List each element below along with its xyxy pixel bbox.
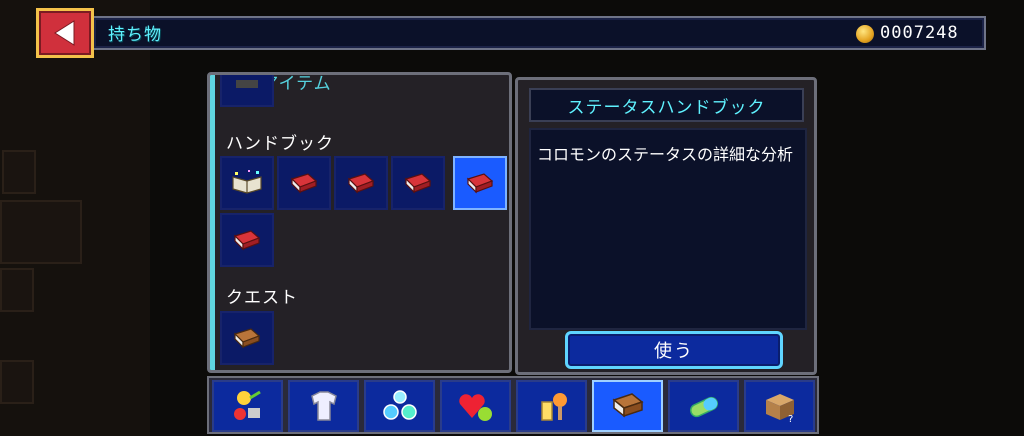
tab-healing[interactable]	[440, 380, 511, 432]
tab-clothing[interactable]	[288, 380, 359, 432]
scroll-edge	[210, 75, 215, 370]
detail-panel: ステータスハンドブック コロモンのステータスの詳細な分析 使う	[515, 77, 817, 375]
red-book-icon	[233, 230, 261, 251]
coin-icon	[856, 25, 874, 43]
category-tab-bar: ?	[207, 376, 819, 434]
potion-icon	[540, 393, 567, 421]
item-slot[interactable]	[220, 213, 274, 267]
header-bar	[92, 16, 986, 50]
key-item-icon	[236, 80, 258, 88]
item-name: ステータスハンドブック	[567, 97, 766, 118]
item-description: コロモンのステータスの詳細な分析	[529, 128, 807, 330]
money-counter: 0007248	[880, 23, 959, 43]
back-button[interactable]	[36, 8, 94, 58]
brown-book-icon	[233, 328, 261, 349]
section-label-handbook: ハンドブック	[226, 134, 334, 154]
tab-orbs[interactable]	[364, 380, 435, 432]
red-book-icon	[347, 173, 375, 194]
red-book-icon	[290, 173, 318, 194]
item-slot[interactable]	[220, 156, 274, 210]
svg-text:?: ?	[788, 414, 793, 424]
section-label-quest: クエスト	[226, 288, 298, 308]
heart-fruit-icon	[458, 394, 492, 421]
item-slot-selected[interactable]	[453, 156, 507, 210]
tab-misc[interactable]: ?	[744, 380, 815, 432]
open-book-icon	[232, 170, 262, 194]
book-icon	[611, 393, 644, 418]
food-items-icon	[233, 390, 261, 420]
item-slot[interactable]	[277, 156, 331, 210]
orbs-icon	[382, 390, 417, 420]
inventory-panel[interactable]: キーアイテム ハンドブック クエスト	[207, 72, 512, 373]
page-title: 持ち物	[108, 25, 162, 45]
background-tile	[0, 360, 34, 404]
red-book-icon	[466, 173, 494, 194]
detail-title-bar: ステータスハンドブック	[529, 88, 804, 122]
mystery-box-icon: ?	[765, 394, 794, 424]
item-slot[interactable]	[334, 156, 388, 210]
item-slot[interactable]	[220, 311, 274, 365]
tab-food[interactable]	[212, 380, 283, 432]
red-book-icon	[404, 173, 432, 194]
capsule-icon	[689, 396, 718, 418]
shirt-icon	[310, 391, 337, 421]
tab-potions[interactable]	[516, 380, 587, 432]
item-slot[interactable]	[220, 75, 274, 107]
use-button[interactable]: 使う	[565, 331, 783, 369]
back-arrow-icon	[54, 20, 75, 46]
tab-books[interactable]	[592, 380, 663, 432]
item-slot[interactable]	[391, 156, 445, 210]
background-tile	[0, 268, 34, 312]
tab-capsules[interactable]	[668, 380, 739, 432]
background-tile	[2, 150, 36, 194]
background-tile	[0, 200, 82, 264]
